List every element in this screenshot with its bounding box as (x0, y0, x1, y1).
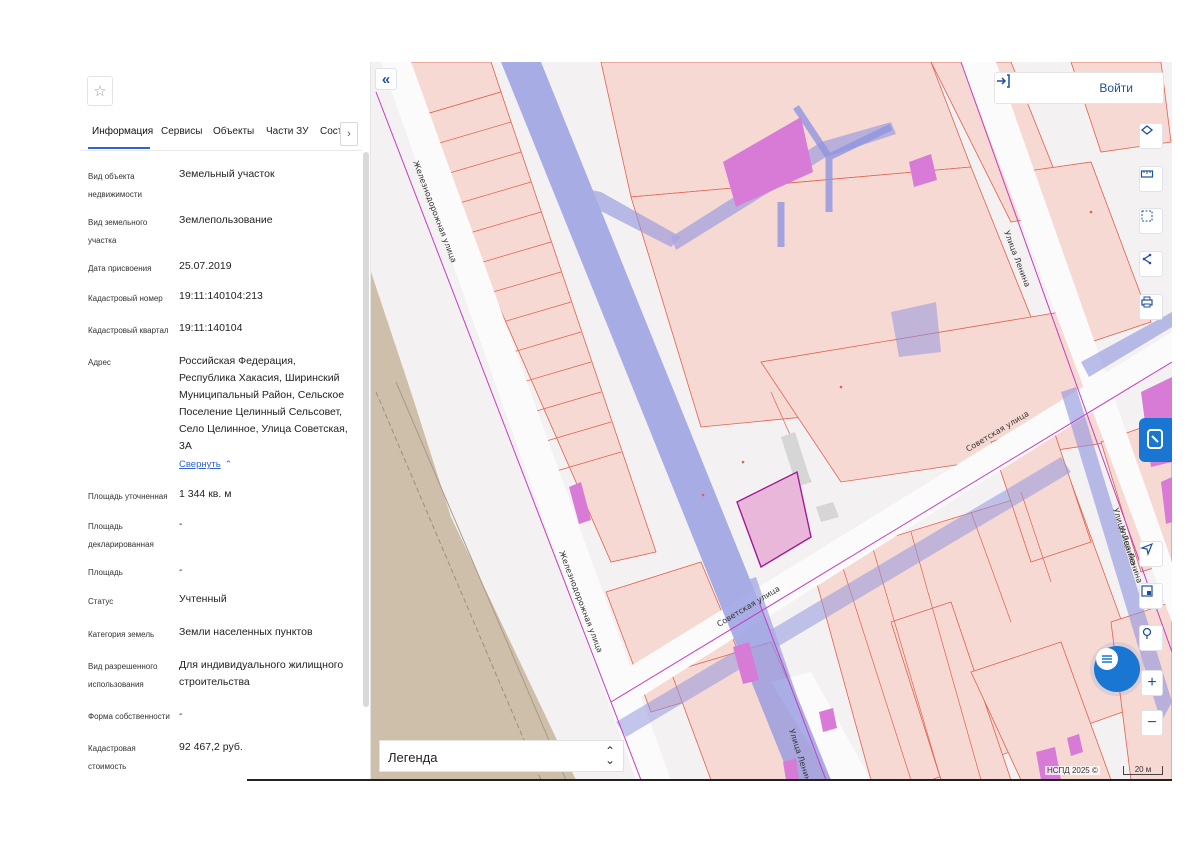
tab-services[interactable]: Сервисы (161, 126, 202, 137)
value-area: - (179, 564, 183, 576)
map-canvas: Железнодорожная улица Железнодорожная ул… (371, 62, 1172, 780)
label-area-declared: Площадь декларированная (88, 522, 154, 549)
legend-dropdown[interactable]: Легенда ⌃ ⌄ (379, 740, 624, 772)
chevron-up-down-icon: ⌃ ⌄ (604, 744, 615, 767)
collapse-panel-button[interactable]: « (375, 68, 397, 90)
label-cadastral-number: Кадастровый номер (88, 294, 163, 303)
window-bottom-border (247, 779, 1172, 781)
tab-objects[interactable]: Объекты (213, 126, 254, 137)
print-button[interactable] (1139, 294, 1163, 320)
value-land-type: Землепользование (179, 214, 273, 226)
value-cadastral-number: 19:11:140104:213 (179, 290, 263, 302)
label-ownership-form: Форма собственности (88, 712, 170, 721)
value-status: Учтенный (179, 593, 227, 605)
label-assign-date: Дата присвоения (88, 264, 152, 273)
scale-bar: 20 м (1123, 766, 1163, 775)
label-address: Адрес (88, 358, 111, 367)
outbuilding (816, 502, 839, 522)
zoom-out-button[interactable]: − (1141, 710, 1163, 736)
label-cadastral-quarter: Кадастровый квартал (88, 326, 169, 335)
label-cadastral-value: Кадастровая стоимость (88, 744, 136, 771)
document-icon (1147, 429, 1163, 449)
value-cadastral-quarter: 19:11:140104 (179, 322, 243, 334)
active-tab-indicator (88, 147, 150, 149)
ruler-button[interactable] (1139, 166, 1163, 192)
share-button[interactable] (1139, 251, 1163, 277)
value-cadastral-value: 92 467,2 руб. (179, 741, 243, 753)
minimap-button[interactable] (1139, 583, 1163, 609)
layers-icon (1140, 125, 1154, 135)
chevron-right-icon: › (347, 128, 351, 140)
ruler-icon (1140, 170, 1154, 178)
select-area-icon (1141, 210, 1153, 222)
navigate-button[interactable] (1139, 541, 1163, 567)
label-land-type: Вид земельного участка (88, 218, 148, 245)
star-icon: ☆ (93, 83, 107, 100)
value-ownership-form: - (179, 708, 183, 720)
tab-parts[interactable]: Части ЗУ (266, 126, 308, 137)
location-button[interactable] (1139, 625, 1163, 651)
layers-button[interactable] (1139, 123, 1163, 149)
value-area-declared: - (179, 518, 183, 530)
double-chevron-left-icon: « (381, 70, 391, 88)
label-status: Статус (88, 597, 114, 606)
cadastral-map[interactable]: Железнодорожная улица Железнодорожная ул… (371, 62, 1172, 780)
plus-icon: + (1147, 674, 1157, 691)
map-attribution: НСПД 2025 © (1045, 766, 1100, 775)
minus-icon: − (1147, 714, 1157, 731)
share-icon (1142, 253, 1152, 265)
label-land-category: Категория земель (88, 630, 155, 639)
value-object-type: Земельный участок (179, 168, 275, 180)
object-info-panel: ☆ Информация Сервисы Объекты Части ЗУ Со… (80, 62, 371, 780)
chat-button[interactable] (1094, 646, 1140, 692)
selected-parcel[interactable] (736, 470, 812, 569)
value-permitted-use: Для индивидуального жилищного строительс… (179, 659, 344, 688)
zoom-in-button[interactable]: + (1141, 670, 1163, 696)
select-area-button[interactable] (1139, 208, 1163, 234)
panel-scrollbar[interactable] (363, 152, 369, 707)
side-panel-tab[interactable] (1139, 418, 1172, 462)
collapse-address-link[interactable]: Свернуть ⌃ (179, 459, 232, 470)
value-area-specified: 1 344 кв. м (179, 488, 232, 500)
login-icon (997, 74, 1010, 88)
minimap-icon (1141, 585, 1153, 597)
legend-label: Легенда (388, 750, 438, 765)
label-area-specified: Площадь уточненная (88, 492, 168, 501)
tabs-scroll-right-button[interactable]: › (340, 122, 358, 146)
label-permitted-use: Вид разрешенного использования (88, 662, 158, 689)
login-label: Войти (1099, 81, 1133, 95)
print-icon (1141, 296, 1153, 308)
chat-icon (1096, 648, 1118, 670)
value-address: Российская Федерация, Республика Хакасия… (179, 355, 348, 452)
value-assign-date: 25.07.2019 (179, 260, 232, 272)
value-land-category: Земли населенных пунктов (179, 626, 313, 638)
chevron-up-icon: ⌃ (224, 459, 233, 469)
label-area: Площадь (88, 568, 123, 577)
login-bar[interactable]: Войти (994, 72, 1164, 104)
label-object-type: Вид объекта недвижимости (88, 172, 142, 199)
favorite-button[interactable]: ☆ (87, 76, 113, 106)
location-icon (1142, 627, 1152, 639)
tab-information[interactable]: Информация (92, 126, 153, 137)
navigate-icon (1140, 542, 1154, 556)
